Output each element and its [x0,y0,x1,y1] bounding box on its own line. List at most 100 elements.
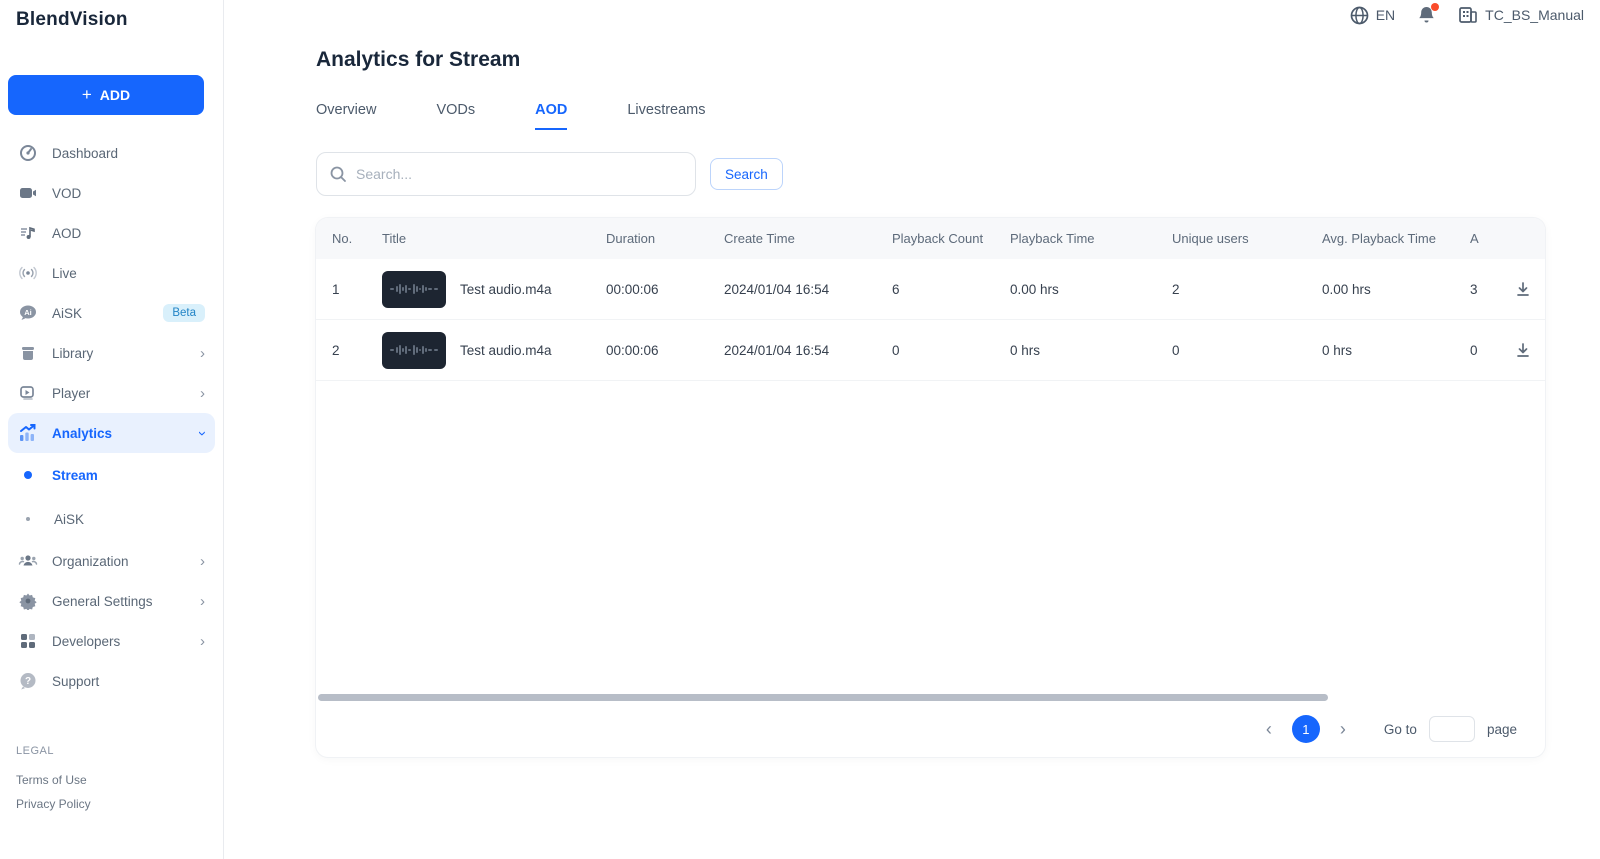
table-row[interactable]: 1 Test audio.m4a 00:00:06 2024/01/04 16:… [316,259,1545,320]
cell-no: 2 [316,343,374,358]
tab-livestreams[interactable]: Livestreams [627,96,705,130]
column-header-unique-users: Unique users [1164,231,1314,246]
tab-aod[interactable]: AOD [535,96,567,130]
goto-label: Go to [1384,722,1417,737]
legal-section: LEGAL Terms of Use Privacy Policy [16,745,91,821]
live-broadcast-icon [18,263,38,283]
horizontal-scrollbar-thumb[interactable] [318,694,1328,701]
sidebar-item-label: Library [52,346,186,361]
column-header-title: Title [374,231,598,246]
chevron-right-icon: › [200,345,205,362]
column-header-no: No. [316,231,374,246]
chevron-right-icon: › [200,633,205,650]
question-bubble-icon: ? [18,671,38,691]
cell-unique-users: 2 [1164,282,1314,297]
search-button[interactable]: Search [710,158,783,190]
privacy-policy-link[interactable]: Privacy Policy [16,797,91,811]
sidebar-item-aod[interactable]: AOD [8,213,215,253]
cell-unique-users: 0 [1164,343,1314,358]
gauge-icon [18,143,38,163]
sidebar: BlendVision + ADD Dashboard VOD [0,0,224,859]
sidebar-item-live[interactable]: Live [8,253,215,293]
column-header-duration: Duration [598,231,716,246]
music-note-icon [18,223,38,243]
cell-truncated: 0 [1462,343,1500,358]
sidebar-item-label: AiSK [52,306,149,321]
beta-badge: Beta [163,304,205,322]
analytics-chart-icon [18,423,38,443]
tab-overview[interactable]: Overview [316,96,376,130]
chevron-right-icon: › [200,593,205,610]
table-header-row: No. Title Duration Create Time Playback … [316,218,1545,259]
cell-duration: 00:00:06 [598,343,716,358]
sidebar-item-library[interactable]: Library › [8,333,215,373]
gear-icon [18,591,38,611]
sidebar-item-aisk[interactable]: Ai AiSK Beta [8,293,215,333]
sidebar-item-label: Developers [52,634,186,649]
sidebar-item-label: Dashboard [52,146,205,161]
terms-of-use-link[interactable]: Terms of Use [16,773,91,787]
people-icon [18,551,38,571]
goto-page-input[interactable] [1429,716,1475,742]
previous-page-button[interactable]: ‹ [1260,719,1278,740]
audio-waveform-thumbnail [382,271,446,308]
sidebar-item-label: General Settings [52,594,186,609]
sidebar-item-vod[interactable]: VOD [8,173,215,213]
next-page-button[interactable]: › [1334,719,1352,740]
sidebar-item-support[interactable]: ? Support [8,661,215,701]
chevron-right-icon: › [200,385,205,402]
sidebar-item-analytics[interactable]: Analytics › [8,413,215,453]
svg-text:?: ? [25,676,31,687]
add-button[interactable]: + ADD [8,75,204,115]
search-input[interactable] [356,166,683,182]
cell-title-text: Test audio.m4a [460,282,552,297]
library-icon [18,343,38,363]
search-box [316,152,696,196]
svg-text:Ai: Ai [24,308,32,317]
cell-no: 1 [316,282,374,297]
column-header-playback-count: Playback Count [884,231,1002,246]
cell-avg-playback-time: 0 hrs [1314,343,1462,358]
analytics-table-card: No. Title Duration Create Time Playback … [316,218,1545,757]
sidebar-item-label: Organization [52,554,186,569]
tab-bar: Overview VODs AOD Livestreams [316,96,1600,130]
audio-waveform-thumbnail [382,332,446,369]
pagination: ‹ 1 › Go to page [316,701,1545,757]
sidebar-item-label: Analytics [52,426,186,441]
legal-heading: LEGAL [16,745,91,757]
active-dot-icon [24,471,32,479]
sidebar-item-label: Live [52,266,205,281]
sidebar-item-developers[interactable]: Developers › [8,621,215,661]
column-header-create-time: Create Time [716,231,884,246]
horizontal-scrollbar-track [316,677,1545,701]
sidebar-item-dashboard[interactable]: Dashboard [8,133,215,173]
cell-playback-time: 0 hrs [1002,343,1164,358]
table-row[interactable]: 2 Test audio.m4a 00:00:06 2024/01/04 16:… [316,320,1545,381]
sidebar-subitem-aisk[interactable]: AiSK [8,497,215,541]
page-label: page [1487,722,1517,737]
sidebar-subitem-stream[interactable]: Stream [8,453,215,497]
sidebar-item-general-settings[interactable]: General Settings › [8,581,215,621]
column-header-avg-playback-time: Avg. Playback Time [1314,231,1462,246]
cell-avg-playback-time: 0.00 hrs [1314,282,1462,297]
cell-truncated: 3 [1462,282,1500,297]
download-button[interactable] [1513,340,1533,360]
tab-vods[interactable]: VODs [436,96,475,130]
app-root: BlendVision + ADD Dashboard VOD [0,0,1600,859]
page-1-button[interactable]: 1 [1292,715,1320,743]
chevron-right-icon: › [200,553,205,570]
sidebar-item-label: VOD [52,186,205,201]
plus-icon: + [82,85,92,105]
search-icon [329,165,347,183]
main-content: Analytics for Stream Overview VODs AOD L… [224,0,1600,859]
page-title: Analytics for Stream [316,48,1600,72]
cell-title-text: Test audio.m4a [460,343,552,358]
add-button-label: ADD [100,87,130,103]
video-icon [18,183,38,203]
download-button[interactable] [1513,279,1533,299]
sidebar-item-organization[interactable]: Organization › [8,541,215,581]
sidebar-item-player[interactable]: Player › [8,373,215,413]
cell-playback-time: 0.00 hrs [1002,282,1164,297]
column-header-truncated: A [1462,231,1500,246]
bullet-dot-icon [26,517,30,521]
